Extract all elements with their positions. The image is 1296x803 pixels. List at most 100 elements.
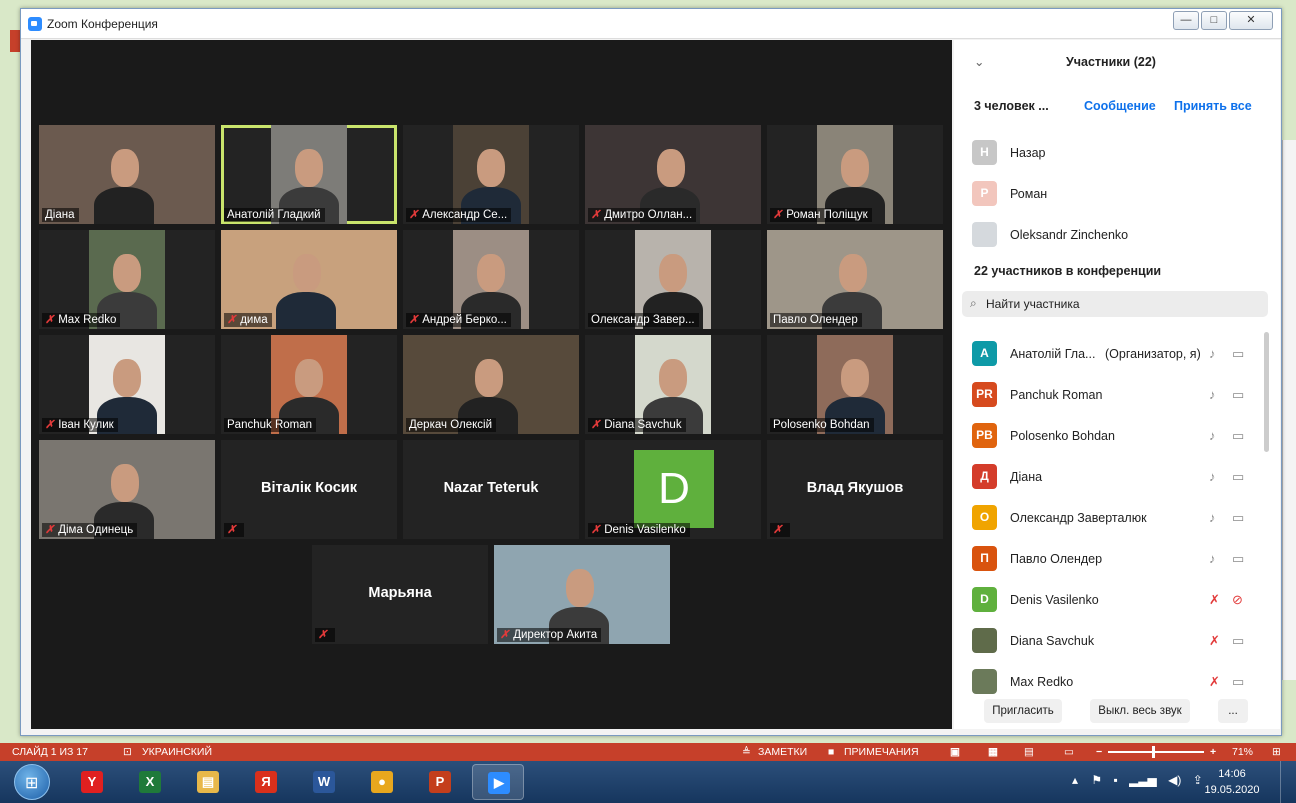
start-button[interactable]: ⊞ — [14, 764, 50, 800]
volume-icon[interactable]: ◀) — [1168, 773, 1181, 787]
close-button[interactable]: ✕ — [1229, 11, 1273, 30]
participant-avatar: П — [972, 546, 997, 571]
video-tile[interactable]: ✗ Іван Кулик — [39, 335, 215, 434]
mic-icon[interactable]: ♪ — [1209, 510, 1216, 525]
participant-list-name[interactable]: Diana Savchuk — [1010, 634, 1094, 648]
video-tile[interactable]: ✗ Андрей Берко... — [403, 230, 579, 329]
video-tile[interactable]: Polosenko Bohdan — [767, 335, 943, 434]
more-button[interactable]: ... — [1218, 699, 1248, 723]
muted-mic-icon[interactable]: ✗ — [1209, 674, 1220, 690]
zoom-in-button[interactable]: + — [1210, 743, 1216, 761]
tray-device-icon[interactable]: ▪ — [1113, 773, 1117, 787]
slide-sorter-icon[interactable]: ▦ — [988, 743, 998, 761]
message-button[interactable]: Сообщение — [1084, 99, 1156, 113]
video-icon[interactable]: ▭ — [1232, 387, 1244, 403]
zoom-slider-thumb[interactable] — [1152, 746, 1155, 758]
video-tile[interactable]: ✗ Александр Се... — [403, 125, 579, 224]
waiting-name[interactable]: Роман — [1010, 187, 1047, 201]
clock[interactable]: 14:06 19.05.2020 — [1200, 766, 1264, 798]
taskbar-word-button[interactable]: W — [298, 764, 350, 800]
participant-list-name[interactable]: Діана — [1010, 470, 1042, 484]
video-icon[interactable]: ▭ — [1232, 674, 1244, 690]
taskbar-excel-button[interactable]: X — [124, 764, 176, 800]
taskbar-yandex-button[interactable]: Я — [240, 764, 292, 800]
fit-slide-icon[interactable]: ⊞ — [1272, 743, 1281, 761]
spellcheck-icon[interactable]: ⊡ — [123, 743, 132, 761]
taskbar-zoom-button[interactable]: ▶ — [472, 764, 524, 800]
participant-list-name[interactable]: Panchuk Roman — [1010, 388, 1102, 402]
video-tile[interactable]: ✗ Директор Акита — [494, 545, 670, 644]
mic-icon[interactable]: ♪ — [1209, 469, 1216, 484]
reading-view-icon[interactable]: ▤ — [1024, 743, 1034, 761]
video-icon[interactable]: ▭ — [1232, 551, 1244, 567]
language-label[interactable]: УКРАИНСКИЙ — [142, 743, 212, 761]
comments-button[interactable]: ПРИМЕЧАНИЯ — [844, 743, 919, 761]
video-tile[interactable]: ✗ Diana Savchuk — [585, 335, 761, 434]
mic-icon[interactable]: ♪ — [1209, 346, 1216, 361]
list-scrollbar[interactable] — [1264, 332, 1269, 452]
waiting-name[interactable]: Oleksandr Zinchenko — [1010, 228, 1128, 242]
muted-mic-icon[interactable]: ✗ — [1209, 592, 1220, 608]
taskbar-file-explorer-button[interactable]: ▤ — [182, 764, 234, 800]
mic-icon[interactable]: ♪ — [1209, 551, 1216, 566]
minimize-button[interactable]: — — [1173, 11, 1199, 30]
slideshow-icon[interactable]: ▭ — [1064, 743, 1074, 761]
video-tile[interactable]: Nazar Teteruk — [403, 440, 579, 539]
video-tile[interactable]: Влад Якушов ✗ — [767, 440, 943, 539]
mic-icon[interactable]: ♪ — [1209, 428, 1216, 443]
participant-list-name[interactable]: Polosenko Bohdan — [1010, 429, 1115, 443]
participant-list-name[interactable]: Павло Олендер — [1010, 552, 1102, 566]
video-tile[interactable]: Panchuk Roman — [221, 335, 397, 434]
participant-list-name[interactable]: Max Redko — [1010, 675, 1073, 689]
tray-expand-icon[interactable]: ▴ — [1072, 773, 1078, 787]
participant-list-name[interactable]: Анатолій Гла... — [1010, 347, 1095, 361]
video-tile[interactable]: Олександр Завер... — [585, 230, 761, 329]
zoom-slider[interactable] — [1108, 746, 1204, 758]
video-tile[interactable]: D ✗ Denis Vasilenko — [585, 440, 761, 539]
muted-mic-icon: ✗ — [773, 524, 783, 536]
video-icon[interactable]: ▭ — [1232, 469, 1244, 485]
video-tile[interactable]: Віталік Косик ✗ — [221, 440, 397, 539]
mic-icon[interactable]: ♪ — [1209, 387, 1216, 402]
network-icon[interactable]: ▂▃▅ — [1129, 773, 1157, 787]
collapse-chevron-icon[interactable]: ⌄ — [974, 54, 984, 69]
zoom-out-button[interactable]: − — [1096, 743, 1102, 761]
participant-name: Panchuk Roman — [227, 419, 313, 431]
maximize-button[interactable]: □ — [1201, 11, 1227, 30]
invite-button[interactable]: Пригласить — [984, 699, 1062, 723]
taskbar-chrome-button[interactable]: ● — [356, 764, 408, 800]
muted-mic-icon: ✗ — [591, 209, 601, 221]
video-tile[interactable]: ✗ Дмитро Оллан... — [585, 125, 761, 224]
participant-name-caption: Деркач Олексій — [406, 418, 497, 432]
participant-name-caption: ✗ Директор Акита — [497, 628, 602, 642]
video-icon[interactable]: ▭ — [1232, 633, 1244, 649]
taskbar-powerpoint-button[interactable]: P — [414, 764, 466, 800]
video-tile[interactable]: Павло Олендер — [767, 230, 943, 329]
tray-flag-icon[interactable]: ⚑ — [1091, 773, 1102, 787]
video-off-icon[interactable]: ⊘ — [1232, 592, 1243, 608]
video-tile[interactable]: Діана — [39, 125, 215, 224]
search-box[interactable]: ⌕ Найти участника — [962, 291, 1268, 317]
video-tile[interactable]: Анатолій Гладкий — [221, 125, 397, 224]
video-icon[interactable]: ▭ — [1232, 346, 1244, 362]
waiting-name[interactable]: Назар — [1010, 146, 1045, 160]
show-desktop-button[interactable] — [1280, 761, 1296, 803]
video-tile[interactable]: ✗ Max Redko — [39, 230, 215, 329]
video-icon[interactable]: ▭ — [1232, 428, 1244, 444]
video-tile[interactable]: ✗ дима — [221, 230, 397, 329]
notes-button[interactable]: ЗАМЕТКИ — [758, 743, 807, 761]
participant-list-name[interactable]: Олександр Заверталюк — [1010, 511, 1147, 525]
muted-mic-icon[interactable]: ✗ — [1209, 633, 1220, 649]
participant-name: Роман Поліщук — [786, 209, 868, 221]
admit-all-button[interactable]: Принять все — [1174, 99, 1252, 113]
zoom-level[interactable]: 71% — [1232, 743, 1253, 761]
video-tile[interactable]: ✗ Роман Поліщук — [767, 125, 943, 224]
video-tile[interactable]: Марьяна ✗ — [312, 545, 488, 644]
video-tile[interactable]: Деркач Олексій — [403, 335, 579, 434]
video-icon[interactable]: ▭ — [1232, 510, 1244, 526]
mute-all-button[interactable]: Выкл. весь звук — [1090, 699, 1190, 723]
participant-list-name[interactable]: Denis Vasilenko — [1010, 593, 1099, 607]
video-tile[interactable]: ✗ Діма Одинець — [39, 440, 215, 539]
taskbar-yandex-browser-button[interactable]: Y — [66, 764, 118, 800]
normal-view-icon[interactable]: ▣ — [950, 743, 960, 761]
